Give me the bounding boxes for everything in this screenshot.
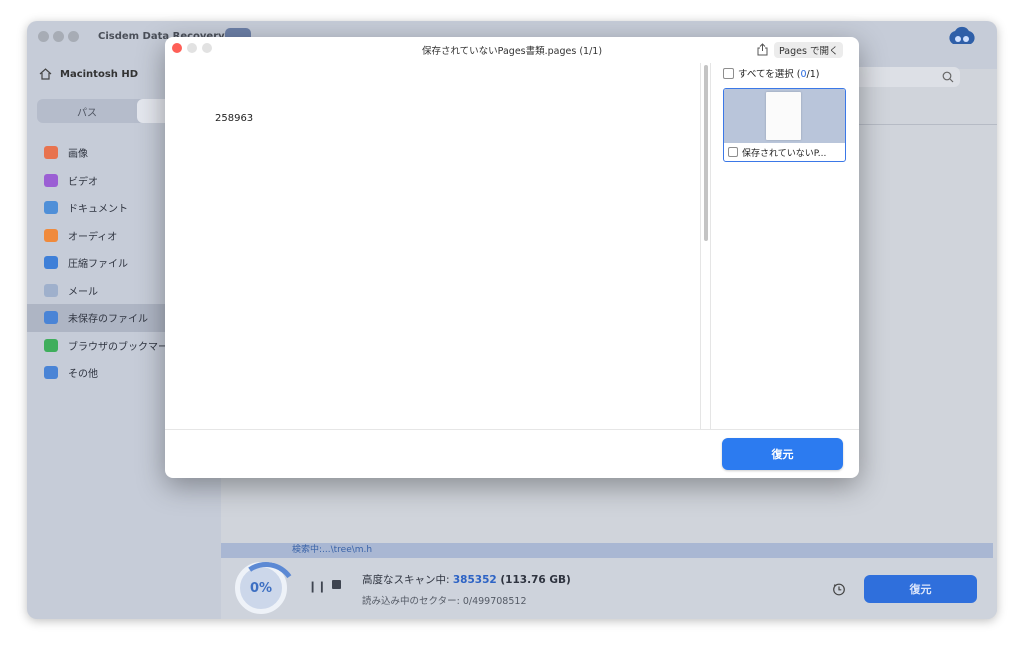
scan-count: 385352 bbox=[452, 574, 497, 586]
file-thumbnail-card[interactable]: 保存されていないP... bbox=[723, 88, 846, 162]
category-label: 未保存のファイル bbox=[68, 314, 148, 326]
file-checkbox[interactable] bbox=[728, 147, 738, 157]
scan-status-bar: 0% ❙❙ 高度なスキャン中: 385352 (113.76 GB) 読み込み中… bbox=[221, 558, 997, 619]
home-icon bbox=[39, 68, 52, 80]
select-all-checkbox[interactable] bbox=[723, 67, 734, 79]
search-icon bbox=[942, 71, 954, 83]
cloud-icon[interactable] bbox=[945, 24, 979, 48]
preview-scrollbar[interactable] bbox=[700, 63, 711, 429]
dialog-footer: 復元 bbox=[165, 429, 859, 478]
archive-icon bbox=[44, 256, 58, 270]
main-recover-button[interactable]: 復元 bbox=[864, 575, 977, 603]
page-thumbnail bbox=[766, 92, 801, 140]
file-name: 保存されていないP... bbox=[742, 148, 827, 159]
dialog-title: 保存されていないPages書類.pages (1/1) bbox=[421, 46, 603, 57]
document-icon bbox=[44, 201, 58, 215]
scan-size: (113.76 GB) bbox=[496, 574, 571, 586]
drive-name: Macintosh HD bbox=[60, 68, 139, 80]
bookmark-icon bbox=[44, 338, 58, 352]
category-label: オーディオ bbox=[68, 231, 118, 243]
history-icon[interactable] bbox=[832, 582, 846, 596]
unsaved-file-icon bbox=[44, 311, 58, 325]
category-label: 画像 bbox=[68, 149, 88, 161]
image-icon bbox=[44, 146, 58, 160]
scan-summary: 高度なスキャン中: 385352 (113.76 GB) bbox=[362, 572, 571, 587]
sector-status: 読み込み中のセクター: 0/499708512 bbox=[362, 596, 527, 607]
category-label: メール bbox=[68, 286, 98, 298]
document-preview: 258963 bbox=[165, 61, 700, 429]
mail-icon bbox=[44, 283, 58, 297]
scan-path-status: 検索中:...\tree\m.h bbox=[221, 543, 993, 558]
select-all[interactable]: すべてを選択 (0/1) bbox=[723, 66, 820, 80]
share-icon[interactable] bbox=[757, 43, 768, 56]
stop-button[interactable] bbox=[332, 580, 341, 589]
drive-header: Macintosh HD bbox=[39, 68, 138, 80]
document-text: 258963 bbox=[215, 113, 254, 124]
audio-icon bbox=[44, 228, 58, 242]
progress-ring: 0% bbox=[235, 562, 287, 614]
progress-percent: 0% bbox=[249, 580, 273, 596]
select-all-label: すべてを選択 (0/1) bbox=[738, 69, 820, 80]
pause-button[interactable]: ❙❙ bbox=[308, 580, 326, 593]
open-with-pages-button[interactable]: Pages で開く bbox=[774, 42, 844, 58]
category-label: ビデオ bbox=[68, 176, 98, 188]
other-icon bbox=[44, 366, 58, 380]
category-label: 圧縮ファイル bbox=[68, 259, 128, 271]
thumbnail-label: 保存されていないP... bbox=[724, 143, 845, 161]
zoom-window-button[interactable] bbox=[68, 31, 79, 42]
file-preview-dialog: 保存されていないPages書類.pages (1/1) Pages で開く 25… bbox=[165, 37, 859, 478]
thumbnail-image bbox=[724, 89, 845, 143]
category-label: その他 bbox=[68, 369, 98, 381]
video-icon bbox=[44, 173, 58, 187]
category-label: ドキュメント bbox=[68, 204, 128, 216]
tab-path[interactable]: パス bbox=[37, 99, 137, 123]
scan-prefix: 高度なスキャン中: bbox=[362, 574, 453, 586]
scrollbar-thumb[interactable] bbox=[704, 65, 708, 241]
minimize-window-button[interactable] bbox=[53, 31, 64, 42]
file-thumbnail-panel: すべてを選択 (0/1) 保存されていないP... bbox=[712, 61, 859, 429]
dialog-title-bar: 保存されていないPages書類.pages (1/1) Pages で開く bbox=[165, 37, 859, 61]
close-window-button[interactable] bbox=[38, 31, 49, 42]
category-label: ブラウザのブックマーク bbox=[68, 341, 178, 353]
recover-button[interactable]: 復元 bbox=[722, 438, 843, 470]
